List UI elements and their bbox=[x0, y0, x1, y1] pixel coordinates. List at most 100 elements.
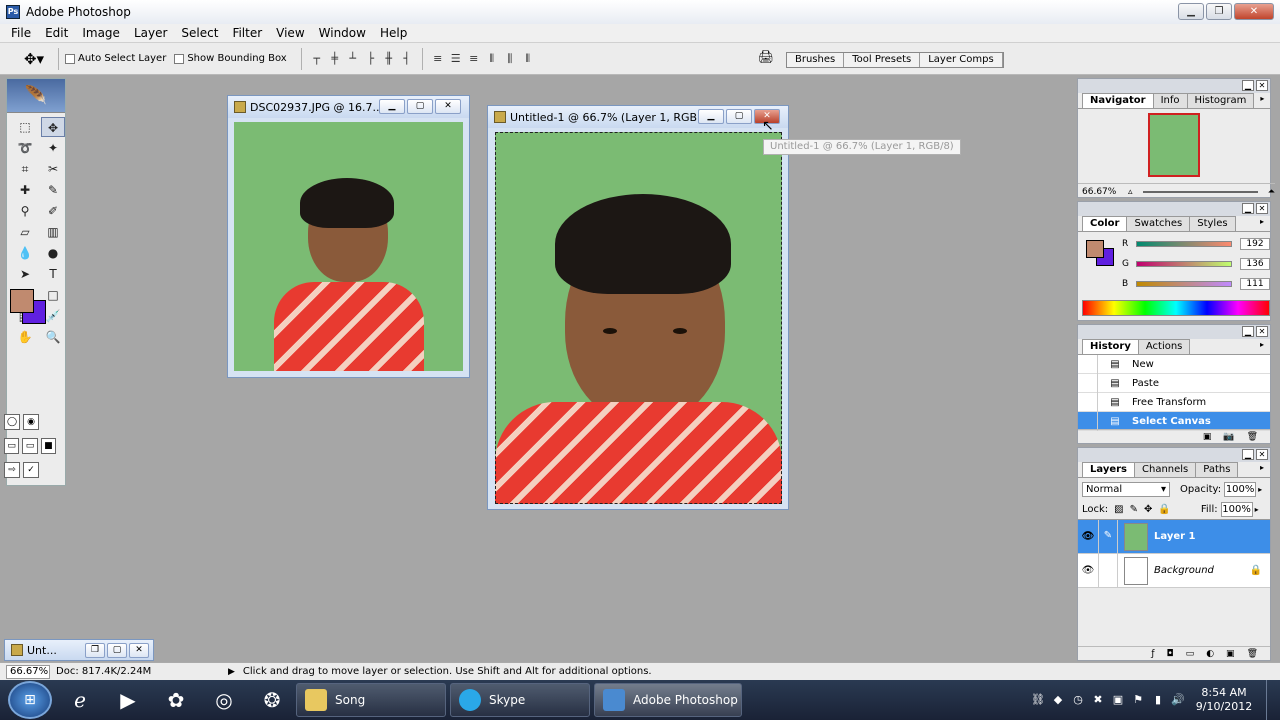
lock-transparent-icon[interactable]: ▨ bbox=[1114, 504, 1123, 515]
opacity-slider-arrow-icon[interactable]: ▸ bbox=[1258, 485, 1262, 494]
restore-button[interactable]: ❐ bbox=[1206, 3, 1232, 20]
status-menu-arrow-icon[interactable]: ▶ bbox=[228, 667, 235, 677]
document-title-bar[interactable]: Untitled-1 @ 66.7% (Layer 1, RGB... ▁ ▢ … bbox=[488, 106, 788, 128]
fill-field[interactable]: 100% bbox=[1220, 502, 1253, 517]
tab-channels[interactable]: Channels bbox=[1134, 462, 1197, 477]
zoom-in-icon[interactable]: ⏶ bbox=[1268, 187, 1275, 197]
show-desktop-button[interactable] bbox=[1266, 680, 1280, 720]
distribute-bottom-icon[interactable]: ≡ bbox=[467, 52, 481, 66]
align-bottom-icon[interactable]: ┴ bbox=[346, 52, 360, 66]
gradient-tool-icon[interactable]: ▥ bbox=[41, 222, 65, 242]
lock-all-icon[interactable]: 🔒 bbox=[1158, 504, 1170, 515]
tray-volume-icon[interactable]: 🔊 bbox=[1169, 691, 1187, 709]
move-tool-preset-icon[interactable]: ✥▾ bbox=[16, 47, 52, 71]
b-slider[interactable] bbox=[1136, 281, 1232, 287]
marquee-tool-icon[interactable]: ⬚ bbox=[13, 117, 37, 137]
doc-maximize-button[interactable]: ▢ bbox=[407, 99, 433, 114]
tab-navigator[interactable]: Navigator bbox=[1082, 93, 1154, 108]
color-fg-swatch[interactable] bbox=[1086, 240, 1104, 258]
history-snapshot-box[interactable] bbox=[1078, 392, 1098, 412]
show-bounding-box-checkbox[interactable]: Show Bounding Box bbox=[174, 53, 287, 64]
foreground-color-swatch[interactable] bbox=[10, 289, 34, 313]
history-snapshot-box[interactable] bbox=[1078, 354, 1098, 374]
paint-icon[interactable]: ✿ bbox=[156, 682, 196, 718]
align-vcenter-icon[interactable]: ╪ bbox=[328, 52, 342, 66]
visibility-eye-icon[interactable]: 👁 bbox=[1078, 531, 1098, 542]
tray-update-icon[interactable]: ▣ bbox=[1109, 691, 1127, 709]
navigator-zoom-value[interactable]: 66.67% bbox=[1082, 187, 1128, 197]
distribute-top-icon[interactable]: ≡ bbox=[431, 52, 445, 66]
standard-mode-icon[interactable]: ◯ bbox=[4, 414, 20, 430]
distribute-left-icon[interactable]: ⫴ bbox=[485, 52, 499, 66]
lasso-tool-icon[interactable]: ➰ bbox=[13, 138, 37, 158]
brush-tool-icon[interactable]: ✎ bbox=[41, 180, 65, 200]
opacity-field[interactable]: 100% bbox=[1224, 481, 1257, 497]
picasa-icon[interactable]: ❂ bbox=[252, 682, 292, 718]
layer-name[interactable]: Background bbox=[1154, 565, 1214, 576]
tab-histogram[interactable]: Histogram bbox=[1186, 93, 1255, 108]
align-right-icon[interactable]: ┤ bbox=[400, 52, 414, 66]
align-top-icon[interactable]: ┬ bbox=[310, 52, 324, 66]
panel-header[interactable]: ▁ ✕ bbox=[1078, 448, 1270, 462]
r-value[interactable]: 192 bbox=[1240, 238, 1270, 250]
panel-menu-icon[interactable]: ▸ bbox=[1253, 462, 1271, 477]
distribute-vcenter-icon[interactable]: ☰ bbox=[449, 52, 463, 66]
screen-mode-standard-icon[interactable]: ▭ bbox=[4, 438, 20, 454]
media-player-icon[interactable]: ▶ bbox=[108, 682, 148, 718]
navigator-thumbnail[interactable] bbox=[1148, 113, 1200, 177]
panel-minimize-button[interactable]: ▁ bbox=[1242, 203, 1254, 214]
well-tab-tool-presets[interactable]: Tool Presets bbox=[844, 53, 921, 67]
well-tab-layer-comps[interactable]: Layer Comps bbox=[920, 53, 1003, 67]
tray-battery-icon[interactable]: ▮ bbox=[1149, 691, 1167, 709]
feather-logo-icon[interactable]: 🪶 bbox=[7, 79, 65, 113]
delete-layer-icon[interactable]: 🗑 bbox=[1247, 649, 1258, 659]
minimized-document[interactable]: Unt... ❐ ▢ ✕ bbox=[4, 639, 154, 661]
link-box[interactable] bbox=[1098, 553, 1118, 588]
align-left-icon[interactable]: ├ bbox=[364, 52, 378, 66]
layer-row-background[interactable]: 👁 Background 🔒 bbox=[1078, 553, 1270, 588]
history-snapshot-box[interactable] bbox=[1078, 373, 1098, 393]
menu-layer[interactable]: Layer bbox=[127, 26, 174, 40]
panel-minimize-button[interactable]: ▁ bbox=[1242, 80, 1254, 91]
document-title-bar[interactable]: DSC02937.JPG @ 16.7... ▁ ▢ ✕ bbox=[228, 96, 469, 118]
history-snapshot-box[interactable] bbox=[1078, 411, 1098, 431]
panel-header[interactable]: ▁ ✕ bbox=[1078, 325, 1270, 339]
screen-mode-full-menu-icon[interactable]: ▭ bbox=[22, 438, 38, 454]
b-value[interactable]: 111 bbox=[1240, 278, 1270, 290]
quick-mask-icon[interactable]: ◉ bbox=[23, 414, 39, 430]
panel-close-button[interactable]: ✕ bbox=[1256, 80, 1268, 91]
new-group-icon[interactable]: ▭ bbox=[1186, 649, 1195, 659]
tab-swatches[interactable]: Swatches bbox=[1126, 216, 1191, 231]
tray-network-icon[interactable]: ⛓ bbox=[1029, 691, 1047, 709]
layer-name[interactable]: Layer 1 bbox=[1154, 531, 1195, 542]
edit-in-imageready-icon[interactable]: ✓ bbox=[23, 462, 39, 478]
menu-window[interactable]: Window bbox=[312, 26, 373, 40]
jump-to-imageready-icon[interactable]: ⇨ bbox=[4, 462, 20, 478]
photo-canvas[interactable] bbox=[234, 122, 463, 371]
blend-mode-select[interactable]: Normal ▾ bbox=[1082, 481, 1170, 497]
internet-explorer-icon[interactable]: ℯ bbox=[60, 682, 100, 718]
doc-restore-button[interactable]: ❐ bbox=[85, 643, 105, 658]
tab-info[interactable]: Info bbox=[1152, 93, 1188, 108]
tray-flag-icon[interactable]: ⚑ bbox=[1129, 691, 1147, 709]
eraser-tool-icon[interactable]: ▱ bbox=[13, 222, 37, 242]
zoom-tool-icon[interactable]: 🔍 bbox=[41, 327, 65, 347]
auto-select-layer-checkbox[interactable]: Auto Select Layer bbox=[65, 53, 166, 64]
status-doc-size[interactable]: Doc: 817.4K/2.24M bbox=[56, 666, 228, 677]
task-skype[interactable]: Skype bbox=[450, 683, 590, 717]
doc-minimize-button[interactable]: ▁ bbox=[379, 99, 405, 114]
tab-color[interactable]: Color bbox=[1082, 216, 1128, 231]
menu-help[interactable]: Help bbox=[373, 26, 414, 40]
chrome-icon[interactable]: ◎ bbox=[204, 682, 244, 718]
doc-maximize-button[interactable]: ▢ bbox=[726, 109, 752, 124]
task-adobe-photoshop[interactable]: Adobe Photoshop bbox=[594, 683, 742, 717]
panel-menu-icon[interactable]: ▸ bbox=[1253, 216, 1271, 231]
history-item[interactable]: ▤ New bbox=[1078, 354, 1270, 374]
panel-minimize-button[interactable]: ▁ bbox=[1242, 326, 1254, 337]
well-tab-brushes[interactable]: Brushes bbox=[787, 53, 845, 67]
tray-app-icon[interactable]: ◆ bbox=[1049, 691, 1067, 709]
type-tool-icon[interactable]: T bbox=[41, 264, 65, 284]
tab-actions[interactable]: Actions bbox=[1137, 339, 1191, 354]
delete-state-icon[interactable]: 🗑 bbox=[1247, 432, 1258, 442]
close-button[interactable]: ✕ bbox=[1234, 3, 1274, 20]
